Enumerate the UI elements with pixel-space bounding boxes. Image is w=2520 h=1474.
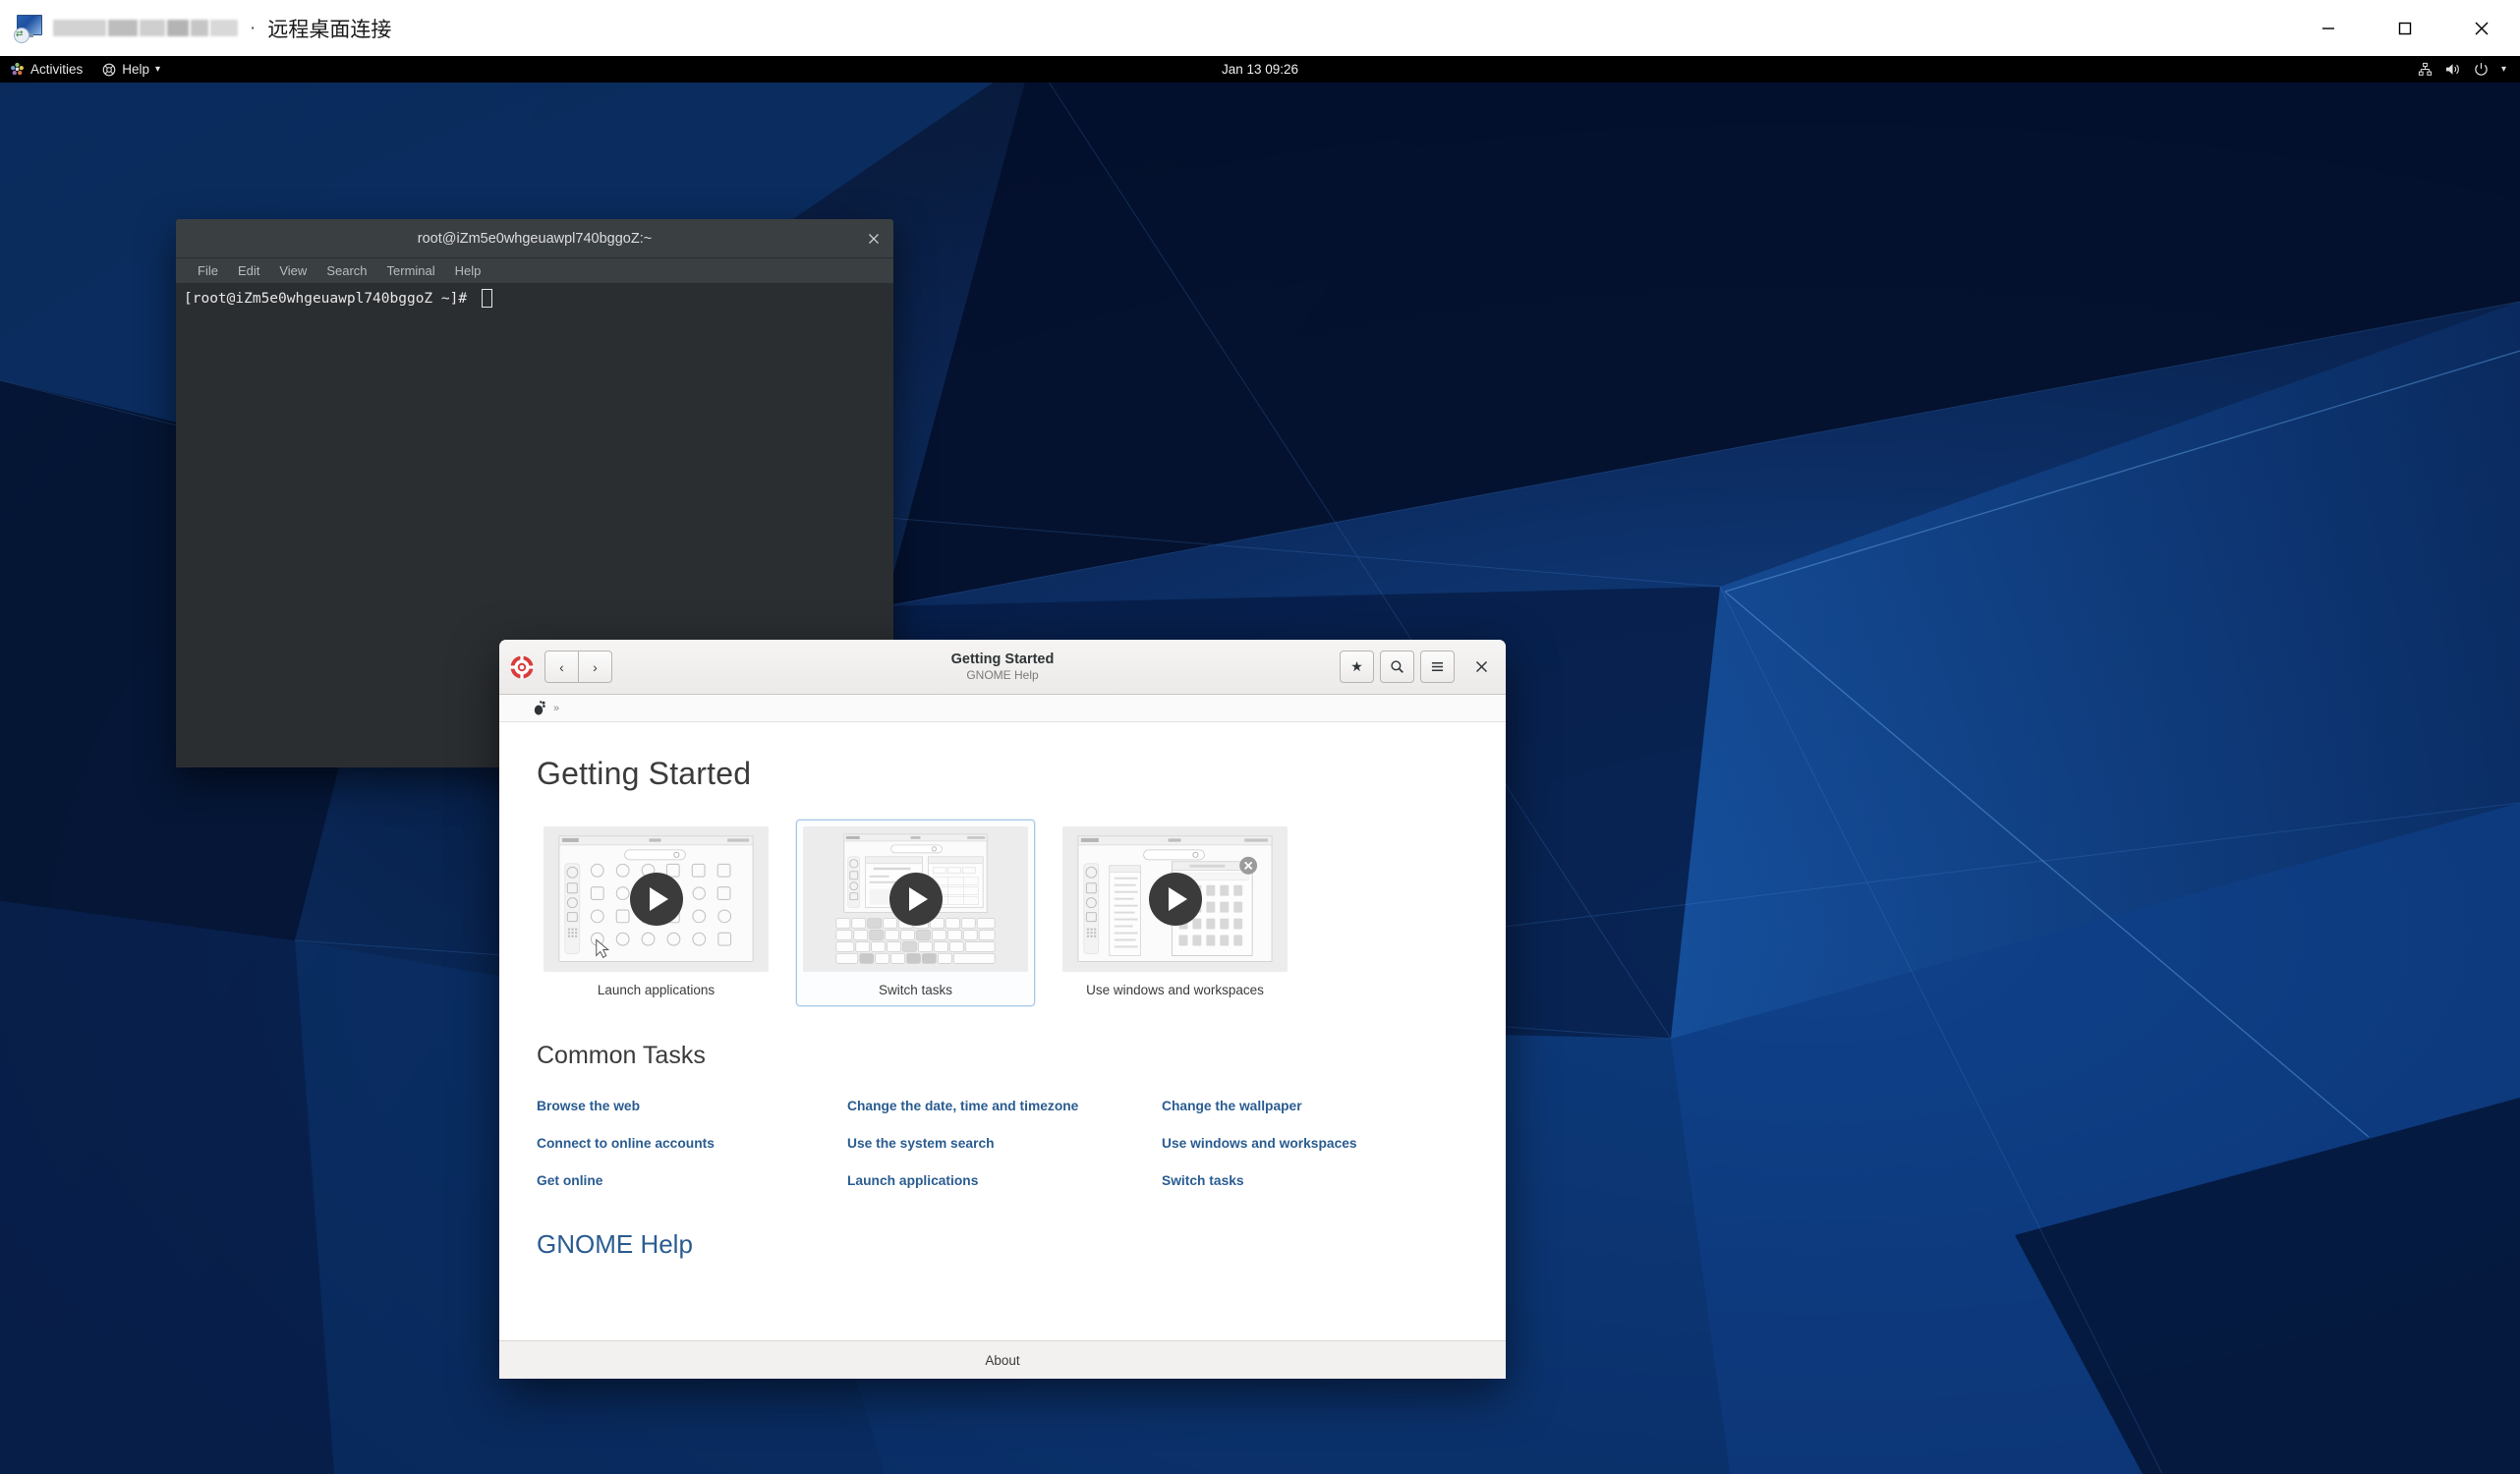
- video-caption: Launch applications: [597, 983, 716, 997]
- task-link-use-windows-and-workspaces[interactable]: Use windows and workspaces: [1162, 1125, 1468, 1162]
- video-card-use-windows-and-workspaces[interactable]: Use windows and workspaces: [1056, 820, 1294, 1006]
- play-button[interactable]: [888, 873, 943, 926]
- chevron-down-icon: ▾: [2500, 64, 2506, 75]
- activities-button[interactable]: Activities: [0, 56, 92, 83]
- back-button[interactable]: ‹: [544, 651, 579, 683]
- close-icon: [868, 233, 879, 244]
- volume-icon: [2445, 64, 2459, 75]
- activities-label: Activities: [30, 62, 84, 77]
- windows-workspaces-thumbnail: [1062, 826, 1288, 972]
- play-button[interactable]: [1148, 873, 1202, 926]
- keyboard-switch-thumbnail: [803, 826, 1028, 972]
- terminal-title: root@iZm5e0whgeuawpl740bggoZ:~: [417, 230, 653, 247]
- task-link-connect-to-online-accounts[interactable]: Connect to online accounts: [537, 1125, 847, 1162]
- remote-desktop-icon: ⇄: [14, 14, 43, 43]
- video-caption: Use windows and workspaces: [1086, 983, 1264, 997]
- search-button[interactable]: [1380, 651, 1414, 683]
- task-link-switch-tasks[interactable]: Switch tasks: [1162, 1162, 1468, 1200]
- maximize-button[interactable]: [2367, 0, 2443, 56]
- gnome-desktop[interactable]: Activities Help ▾ Jan 13 09:26 ▾ root@iZ…: [0, 56, 2520, 1474]
- system-tray[interactable]: ▾: [2418, 56, 2520, 83]
- rdp-title-separator: ·: [250, 17, 257, 38]
- help-header-actions: ★: [1340, 651, 1496, 683]
- chevron-left-icon: ‹: [559, 658, 564, 675]
- task-link-browse-the-web[interactable]: Browse the web: [537, 1088, 847, 1125]
- gnome-top-bar: Activities Help ▾ Jan 13 09:26 ▾: [0, 56, 2520, 83]
- common-tasks-grid: Browse the web Change the date, time and…: [537, 1088, 1468, 1200]
- gnome-help-link[interactable]: GNOME Help: [537, 1229, 693, 1260]
- play-button[interactable]: [629, 873, 683, 926]
- clock[interactable]: Jan 13 09:26: [0, 62, 2520, 77]
- terminal-close-button[interactable]: [863, 228, 884, 249]
- chevron-right-icon: ›: [593, 658, 598, 675]
- task-link-change-date-time-timezone[interactable]: Change the date, time and timezone: [847, 1088, 1162, 1125]
- help-headerbar: ‹ › Getting Started GNOME Help ★: [499, 640, 1506, 695]
- about-button[interactable]: About: [985, 1353, 1019, 1368]
- close-icon: [1475, 660, 1487, 673]
- menu-button[interactable]: [1420, 651, 1455, 683]
- terminal-menu-terminal[interactable]: Terminal: [377, 258, 445, 284]
- rdp-window-controls: [2290, 0, 2520, 56]
- video-cards-row: Launch applications Switch tasks Use win…: [537, 820, 1468, 1006]
- help-nav-buttons: ‹ ›: [544, 651, 612, 683]
- rdp-title-text: 远程桌面连接: [267, 17, 392, 41]
- help-footer: About: [499, 1340, 1506, 1379]
- terminal-menu-search[interactable]: Search: [316, 258, 376, 284]
- terminal-menu-view[interactable]: View: [269, 258, 316, 284]
- close-button[interactable]: [2443, 0, 2520, 56]
- star-icon: ★: [1350, 658, 1363, 674]
- hamburger-menu-icon: [1431, 662, 1444, 671]
- breadcrumb: »: [499, 695, 1506, 722]
- task-link-use-the-system-search[interactable]: Use the system search: [847, 1125, 1162, 1162]
- terminal-titlebar: root@iZm5e0whgeuawpl740bggoZ:~: [176, 219, 893, 258]
- maximize-icon: [2398, 22, 2412, 34]
- terminal-menu-help[interactable]: Help: [445, 258, 491, 284]
- close-icon: [2475, 22, 2489, 34]
- terminal-menu-file[interactable]: File: [188, 258, 228, 284]
- terminal-prompt-line: [root@iZm5e0whgeuawpl740bggoZ ~]#: [184, 289, 886, 308]
- video-card-launch-applications[interactable]: Launch applications: [537, 820, 775, 1006]
- lifebuoy-icon: [102, 63, 116, 76]
- rdp-hostname-redacted: [53, 16, 240, 41]
- app-menu-button[interactable]: Help ▾: [92, 56, 170, 83]
- help-close-button[interactable]: [1466, 652, 1496, 682]
- terminal-menu-edit[interactable]: Edit: [228, 258, 269, 284]
- power-icon: [2475, 63, 2488, 76]
- task-link-launch-applications[interactable]: Launch applications: [847, 1162, 1162, 1200]
- common-tasks-heading: Common Tasks: [537, 1042, 706, 1069]
- gnome-foot-icon[interactable]: [534, 701, 546, 715]
- gnome-help-window[interactable]: ‹ › Getting Started GNOME Help ★ » Getti…: [499, 640, 1506, 1379]
- video-card-switch-tasks[interactable]: Switch tasks: [796, 820, 1035, 1006]
- rdp-icon-arrows: ⇄: [16, 28, 24, 39]
- topbar-left-group: Activities Help ▾: [0, 56, 170, 83]
- forward-button[interactable]: ›: [579, 651, 612, 683]
- search-icon: [1391, 660, 1403, 673]
- terminal-prompt-text: [root@iZm5e0whgeuawpl740bggoZ ~]#: [184, 290, 476, 307]
- app-grid-thumbnail: [544, 826, 769, 972]
- network-icon: [2418, 62, 2433, 76]
- bookmarks-button[interactable]: ★: [1340, 651, 1374, 683]
- lifebuoy-icon: [509, 654, 535, 679]
- breadcrumb-separator: »: [553, 702, 560, 714]
- gnome-activities-icon: [11, 62, 24, 76]
- chevron-down-icon: ▾: [155, 64, 161, 75]
- page-title: Getting Started: [537, 756, 752, 791]
- terminal-cursor: [481, 289, 492, 308]
- video-caption: Switch tasks: [878, 983, 953, 997]
- help-content-area: Getting Started Launch applications Swit…: [499, 722, 1506, 1340]
- task-link-change-the-wallpaper[interactable]: Change the wallpaper: [1162, 1088, 1468, 1125]
- minimize-icon: [2322, 27, 2334, 29]
- task-link-get-online[interactable]: Get online: [537, 1162, 847, 1200]
- minimize-button[interactable]: [2290, 0, 2367, 56]
- terminal-menubar: File Edit View Search Terminal Help: [176, 258, 893, 285]
- app-menu-label: Help: [122, 62, 150, 77]
- rdp-titlebar: ⇄ · 远程桌面连接: [0, 0, 2520, 57]
- remote-desktop-window: ⇄ · 远程桌面连接 Activities Help ▾ Jan 13 09:2…: [0, 0, 2520, 1474]
